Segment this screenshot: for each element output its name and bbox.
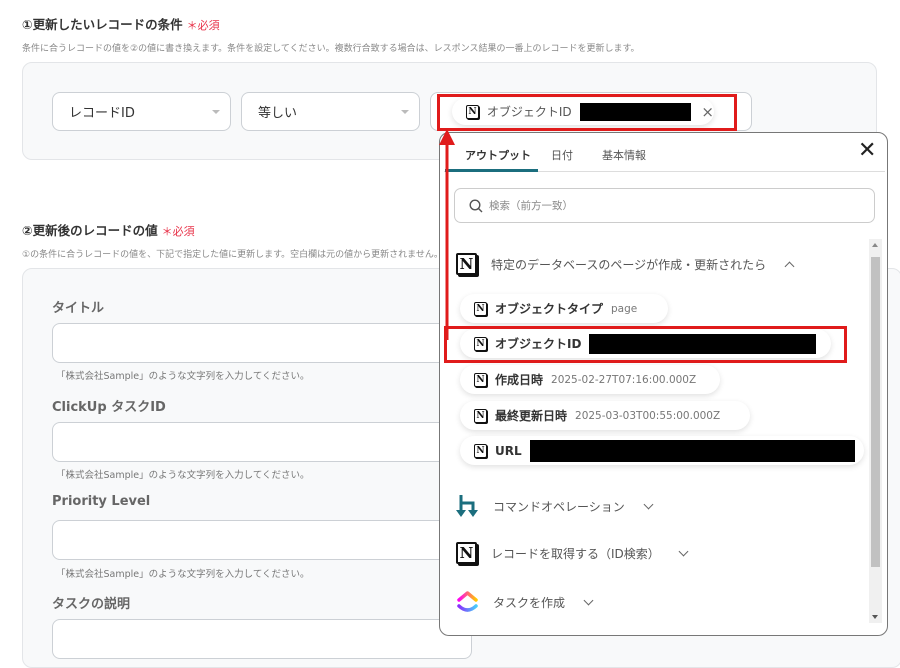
highlight-box <box>444 326 847 363</box>
item-label: URL <box>495 443 522 458</box>
caret-down-icon <box>212 109 220 114</box>
item-label: オブジェクトタイプ <box>495 302 604 316</box>
notion-icon: N <box>474 443 487 458</box>
chevron-down-icon <box>643 499 654 509</box>
item-value: page <box>611 302 638 315</box>
chevron-up-icon <box>784 261 795 271</box>
search-input[interactable]: 検索（前方一致） <box>454 188 875 223</box>
section1-description: 条件に合うレコードの値を②の値に書き換えます。条件を設定してください。複数行合致… <box>22 44 640 54</box>
notion-icon: N <box>474 408 487 423</box>
field-hint: 「株式会社Sample」のような文字列を入力してください。 <box>56 470 310 481</box>
field-label-priority-level: Priority Level <box>52 494 151 509</box>
section1-title: ①更新したいレコードの条件 ＊必須 <box>22 14 220 33</box>
priority-level-input[interactable] <box>52 520 472 560</box>
task-description-input[interactable] <box>52 619 472 659</box>
tab-date[interactable]: 日付 <box>551 147 573 163</box>
section-title: タスクを作成 <box>493 595 566 610</box>
highlight-arrow <box>439 129 455 340</box>
section1-title-text: ①更新したいレコードの条件 <box>22 17 183 32</box>
section-trigger[interactable]: N 特定のデータベースのページが作成・更新されたら <box>456 253 795 275</box>
field-label-clickup-task-id: ClickUp タスクID <box>52 400 166 415</box>
operator-select-value: 等しい <box>258 106 298 121</box>
field-label-task-description: タスクの説明 <box>52 597 131 612</box>
title-input[interactable] <box>52 323 472 363</box>
section2-title-text: ②更新後のレコードの値 <box>22 223 158 238</box>
scrollbar-thumb[interactable] <box>871 257 880 567</box>
item-value: 2025-02-27T07:16:00.000Z <box>551 373 697 386</box>
field-hint: 「株式会社Sample」のような文字列を入力してください。 <box>56 371 310 382</box>
section-title: コマンドオペレーション <box>493 499 625 514</box>
command-operation-icon <box>456 495 478 517</box>
clickup-icon <box>457 591 478 612</box>
section-title: レコードを取得する（ID検索） <box>491 546 660 561</box>
search-placeholder: 検索（前方一致） <box>489 200 573 212</box>
required-badge: ＊必須 <box>161 225 195 238</box>
output-item-object-type[interactable]: N オブジェクトタイプ page <box>460 294 668 323</box>
tab-basic-info[interactable]: 基本情報 <box>602 147 646 163</box>
field-select-value: レコードID <box>69 106 135 121</box>
field-label-title: タイトル <box>52 301 105 316</box>
highlight-box <box>437 94 737 131</box>
item-label: 作成日時 <box>495 373 544 387</box>
operator-select[interactable]: 等しい <box>241 92 420 131</box>
item-value: 2025-03-03T00:55:00.000Z <box>575 409 721 422</box>
section2-description: ①の条件に合うレコードの値を、下記で指定した値に更新します。空白欄は元の値から更… <box>22 250 438 260</box>
search-icon <box>469 198 483 212</box>
chevron-down-icon <box>583 595 594 605</box>
section2-title: ②更新後のレコードの値 ＊必須 <box>22 220 195 239</box>
section-create-task[interactable]: タスクを作成 <box>456 590 594 614</box>
chevron-down-icon <box>678 546 689 556</box>
notion-icon: N <box>474 372 487 387</box>
notion-icon: N <box>456 542 477 564</box>
required-badge: ＊必須 <box>186 19 220 32</box>
output-item-created-time[interactable]: N 作成日時 2025-02-27T07:16:00.000Z <box>460 365 720 394</box>
output-picker-popup: アウトプット 日付 基本情報 ✕ 検索（前方一致） N 特定のデータベースのペー… <box>439 132 888 636</box>
notion-icon: N <box>456 253 477 275</box>
redacted-value <box>529 439 855 462</box>
notion-icon: N <box>474 301 487 316</box>
scroll-down-icon[interactable] <box>872 615 878 619</box>
close-icon[interactable]: ✕ <box>858 138 876 163</box>
output-item-last-edited-time[interactable]: N 最終更新日時 2025-03-03T00:55:00.000Z <box>460 401 750 430</box>
tab-output[interactable]: アウトプット <box>465 147 531 163</box>
output-item-url[interactable]: N URL <box>460 436 864 465</box>
active-tab-indicator <box>445 169 538 172</box>
field-select[interactable]: レコードID <box>52 92 231 131</box>
section-get-record[interactable]: N レコードを取得する（ID検索） <box>456 542 689 564</box>
field-hint: 「株式会社Sample」のような文字列を入力してください。 <box>56 569 310 580</box>
scroll-up-icon[interactable] <box>872 243 878 247</box>
caret-down-icon <box>401 109 409 114</box>
scrollbar[interactable] <box>869 239 882 623</box>
section-command-operation[interactable]: コマンドオペレーション <box>456 494 654 518</box>
section-title: 特定のデータベースのページが作成・更新されたら <box>491 257 767 272</box>
item-label: 最終更新日時 <box>495 409 568 423</box>
clickup-task-id-input[interactable] <box>52 422 472 462</box>
